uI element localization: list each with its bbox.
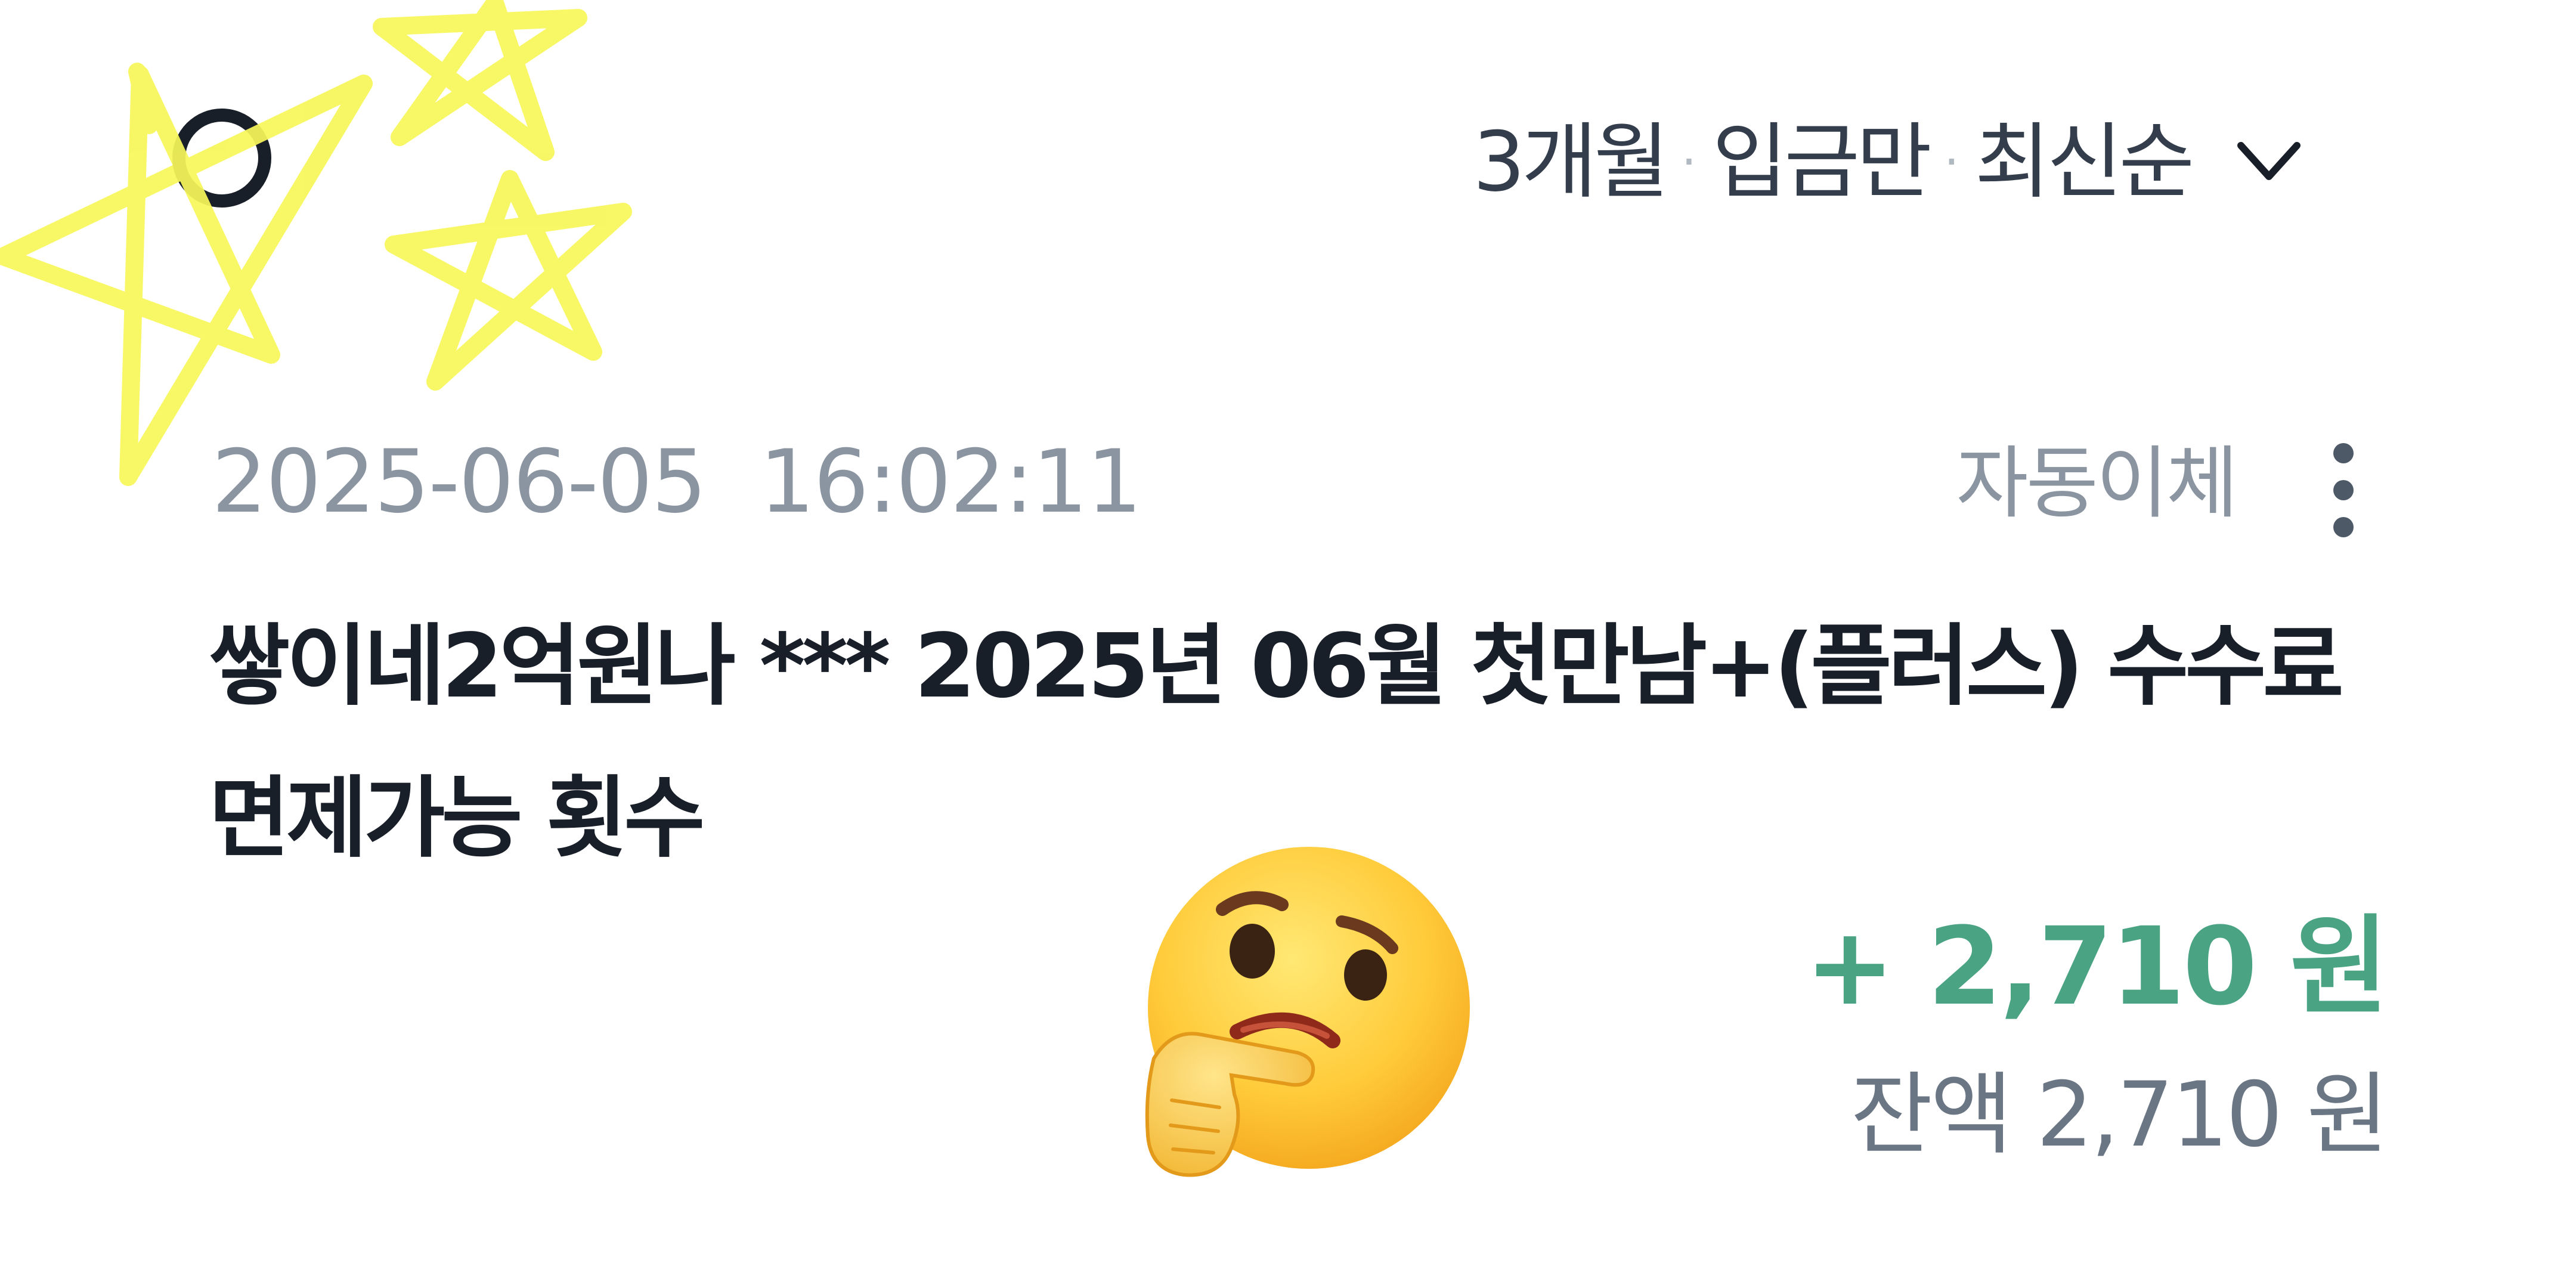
filter-dropdown[interactable]: 3개월 · 입금만 · 최신순 (1473, 114, 2302, 210)
thinking-face-icon (1145, 847, 1470, 1177)
filter-period: 3개월 (1473, 114, 1670, 210)
transaction-datetime: 2025-06-05 16:02:11 (212, 438, 1142, 525)
transaction-balance: 잔액 2,710 원 (1850, 1063, 2389, 1167)
filter-separator: · (1681, 134, 1697, 190)
filter-separator: · (1944, 134, 1959, 190)
more-vertical-icon[interactable] (2314, 435, 2373, 555)
chevron-down-icon[interactable] (2236, 138, 2302, 186)
transaction-type: 자동이체 (1956, 438, 2238, 530)
transaction-amount: + 2,710 원 (1804, 905, 2389, 1029)
circle-icon[interactable] (162, 98, 281, 218)
transaction-date: 2025-06-05 (212, 431, 707, 533)
filter-type: 입금만 (1712, 114, 1932, 210)
filter-order: 최신순 (1974, 114, 2195, 210)
transaction-screen: 3개월 · 입금만 · 최신순 2025-06-05 16:02:11 자동이체 … (0, 0, 2576, 1269)
transaction-time: 16:02:11 (759, 431, 1142, 533)
